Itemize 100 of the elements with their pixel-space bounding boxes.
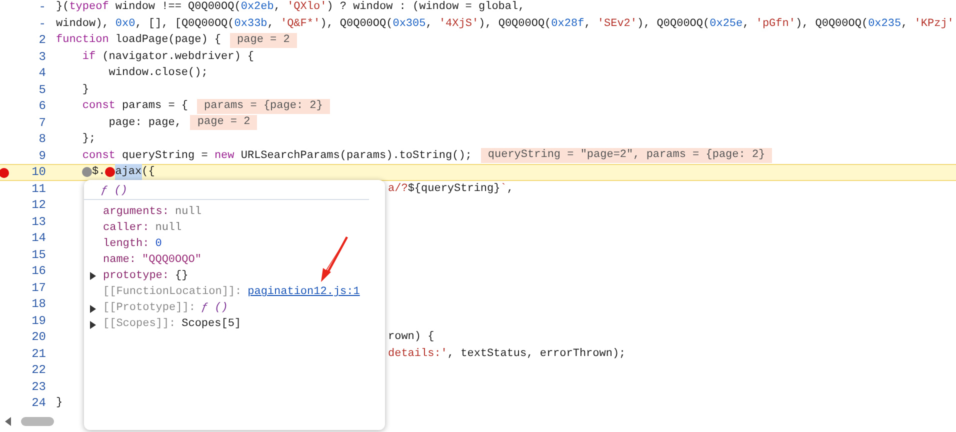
code-text: if	[81, 50, 96, 64]
code-text: 0x235	[868, 16, 902, 32]
code-text: ,	[274, 0, 282, 15]
code-text: }(	[56, 0, 70, 15]
line-number[interactable]: 10	[32, 165, 46, 179]
line-number[interactable]: 3	[38, 50, 46, 64]
code-text: ,	[742, 16, 750, 32]
line-number[interactable]: 9	[38, 148, 46, 162]
code-text: ,	[267, 16, 275, 32]
code-text: }	[56, 396, 63, 411]
line-number[interactable]: -	[38, 0, 46, 14]
line-number[interactable]: 16	[32, 264, 46, 278]
popover-title: ƒ ()	[101, 185, 128, 197]
code-text: typeof	[69, 0, 109, 15]
arrow-annotation	[318, 236, 348, 284]
line-number[interactable]: 15	[32, 248, 46, 262]
property-value: 0	[155, 236, 162, 252]
code-text: (navigator.webdriver) {	[101, 50, 254, 64]
code-text: `	[500, 182, 507, 196]
line-number[interactable]: 19	[32, 314, 46, 328]
source-link[interactable]: pagination12.js:1	[248, 284, 360, 301]
code-text: ({	[142, 165, 155, 180]
line-number[interactable]: -	[38, 16, 46, 30]
code-text: params = {	[121, 99, 188, 114]
inline-value: queryString = "page=2", params = {page: 2}	[480, 148, 772, 164]
code-text: }	[81, 82, 90, 98]
code-text: 0x305	[392, 16, 426, 32]
code-text: , textStatus, errorThrown);	[447, 346, 626, 362]
code-text: ,	[584, 16, 592, 32]
property-name: length:	[103, 236, 150, 252]
property-value: null	[175, 204, 202, 220]
line-number[interactable]: 6	[38, 99, 46, 113]
inline-breakpoint-icon[interactable]	[105, 167, 116, 178]
code-text: const	[81, 99, 116, 114]
inline-value: page = 2	[230, 32, 297, 48]
expand-icon[interactable]	[90, 304, 96, 313]
line-number[interactable]: 22	[32, 363, 46, 377]
code-text: 'QXlo'	[287, 0, 327, 15]
property-name: [[Prototype]]:	[103, 301, 196, 316]
code-text: a/?	[388, 182, 408, 196]
code-text: };	[81, 132, 96, 147]
breakpoint-icon[interactable]	[0, 168, 9, 178]
code-text: function	[56, 33, 109, 48]
property-value: "QQQ0OQO"	[142, 253, 202, 268]
code-text: ,	[901, 16, 909, 32]
line-number[interactable]: 21	[32, 346, 46, 360]
code-text: const	[81, 148, 116, 164]
code-text: ,	[506, 182, 514, 196]
property-value: Scopes[5]	[182, 317, 242, 332]
code-text: new	[214, 148, 234, 164]
code-text: ), Q0Q00OQ(	[320, 16, 393, 32]
property-value: {}	[175, 269, 188, 284]
property-value: ƒ ()	[201, 301, 228, 316]
line-number[interactable]: 8	[38, 132, 46, 146]
property-name: name:	[103, 253, 138, 268]
code-text: , [], [Q0Q00OQ(	[135, 16, 234, 32]
code-text: window),	[56, 16, 110, 32]
property-name: prototype:	[103, 269, 170, 284]
line-number[interactable]: 2	[38, 33, 46, 47]
property-name: caller:	[103, 220, 150, 236]
selected-code: ajax	[115, 164, 142, 180]
expand-icon[interactable]	[90, 320, 96, 329]
line-number[interactable]: 5	[38, 82, 46, 96]
line-number[interactable]: 12	[32, 198, 46, 212]
inline-breakpoint-icon[interactable]	[82, 167, 92, 178]
code-text: window.close();	[108, 66, 208, 81]
expand-icon[interactable]	[90, 272, 96, 280]
scroll-left-icon[interactable]	[5, 416, 11, 426]
line-number[interactable]: 14	[32, 231, 46, 245]
line-number[interactable]: 4	[38, 66, 46, 80]
code-text: window !== Q0Q00OQ(	[114, 0, 241, 15]
line-number[interactable]: 18	[32, 297, 46, 311]
code-text: 0x25e	[710, 16, 743, 32]
code-text: ,	[426, 16, 434, 32]
line-number[interactable]: 13	[32, 214, 46, 228]
code-text: ), Q0Q00OQ(	[478, 16, 552, 32]
inline-value: page = 2	[190, 115, 258, 130]
code-text: 'KPzj'	[914, 16, 954, 32]
code-text: 'Q&F*'	[280, 16, 320, 32]
line-number[interactable]: 11	[32, 182, 46, 196]
code-text: page: page,	[108, 116, 182, 130]
code-text: 0x2eb	[240, 0, 274, 15]
code-text: 0x28f	[551, 16, 584, 32]
code-text: ) ? window : (window = global,	[326, 0, 525, 15]
code-text: queryString =	[121, 148, 209, 164]
code-text: URLSearchParams(params).toString();	[240, 148, 472, 164]
inline-value: params = {page: 2}	[197, 98, 330, 114]
line-number[interactable]: 24	[32, 396, 46, 410]
property-name: [[FunctionLocation]]:	[103, 285, 243, 300]
line-number[interactable]: 20	[32, 330, 46, 344]
line-number[interactable]: 17	[32, 280, 46, 294]
scrollbar-thumb[interactable]	[21, 416, 54, 426]
code-text: 'pGfn'	[756, 16, 796, 32]
code-text: 0x0	[115, 16, 136, 32]
code-text: loadPage(page) {	[114, 33, 222, 48]
line-number[interactable]: 23	[32, 380, 46, 394]
line-number[interactable]: 7	[38, 116, 46, 130]
code-text: 0x33b	[234, 16, 268, 32]
property-value: null	[155, 220, 182, 236]
code-text: rown) {	[388, 330, 434, 345]
